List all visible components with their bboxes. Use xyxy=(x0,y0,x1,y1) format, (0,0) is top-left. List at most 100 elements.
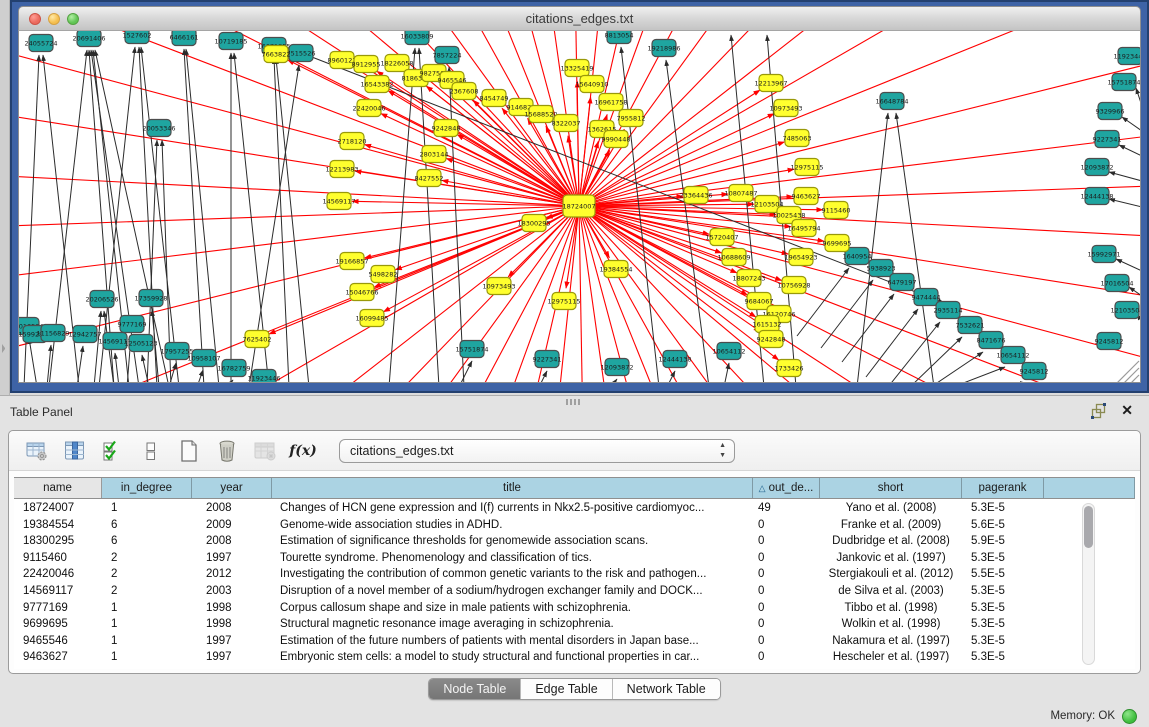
table-cell[interactable]: 1997 xyxy=(192,550,272,567)
graph-node[interactable]: 2935114 xyxy=(934,302,963,319)
graph-node[interactable]: 16099485 xyxy=(355,310,388,327)
graph-node[interactable]: 10654112 xyxy=(996,347,1029,364)
graph-node[interactable]: 12975115 xyxy=(547,293,580,310)
graph-node[interactable]: 2803144 xyxy=(420,146,449,163)
table-row[interactable]: 1938455462009Genome-wide association stu… xyxy=(14,517,1077,534)
table-cell[interactable]: Genome-wide association studies in ADHD. xyxy=(272,517,753,534)
table-cell[interactable]: Nakamura et al. (1997) xyxy=(820,633,962,650)
table-cell[interactable]: 5.6E-5 xyxy=(962,517,1044,534)
graph-node[interactable]: 12213967 xyxy=(754,75,787,92)
table-cell[interactable]: 2009 xyxy=(192,517,272,534)
graph-node[interactable]: 8813054 xyxy=(605,31,634,44)
graph-node[interactable]: 6466161 xyxy=(170,31,199,46)
table-cell[interactable]: 2 xyxy=(102,550,192,567)
graph-node[interactable]: 15751874 xyxy=(455,341,488,358)
graph-node[interactable]: 14569117 xyxy=(322,193,355,210)
table-cell[interactable]: 1 xyxy=(102,649,192,666)
graph-node[interactable]: 2718120 xyxy=(338,133,367,150)
left-panel-divider[interactable] xyxy=(0,0,10,395)
table-cell[interactable]: Tibbo et al. (1998) xyxy=(820,600,962,617)
graph-node[interactable]: 15992971 xyxy=(1087,246,1120,263)
table-cell[interactable]: 18300295 xyxy=(14,533,102,550)
table-cell[interactable]: 9699695 xyxy=(14,616,102,633)
tab-network-table[interactable]: Network Table xyxy=(613,679,720,699)
graph-node[interactable]: 7955812 xyxy=(617,110,646,127)
graph-node[interactable]: 7857224 xyxy=(433,47,462,64)
table-cell[interactable]: 0 xyxy=(753,533,820,550)
table-cell[interactable]: 0 xyxy=(753,600,820,617)
table-row[interactable]: 1830029562008Estimation of significance … xyxy=(14,533,1077,550)
table-cell[interactable]: 19384554 xyxy=(14,517,102,534)
graph-node[interactable]: 15046766 xyxy=(345,284,378,301)
graph-node[interactable]: 11156829 xyxy=(36,325,69,342)
table-row[interactable]: 946362711997Embryonic stem cells: a mode… xyxy=(14,649,1077,666)
graph-node[interactable]: 9115460 xyxy=(822,202,851,219)
table-cell[interactable]: Disruption of a novel member of a sodium… xyxy=(272,583,753,600)
graph-node[interactable]: 9227341 xyxy=(533,351,562,368)
column-header-short[interactable]: short xyxy=(820,478,962,498)
graph-node[interactable]: 11923446 xyxy=(1113,48,1141,65)
table-cell[interactable]: de Silva et al. (2003) xyxy=(820,583,962,600)
table-cell[interactable]: 22420046 xyxy=(14,566,102,583)
graph-node[interactable]: 7515526 xyxy=(287,45,316,62)
graph-node[interactable]: 20053346 xyxy=(142,120,175,137)
graph-node[interactable]: 2367608 xyxy=(450,83,479,100)
table-cell[interactable]: Tourette syndrome. Phenomenology and cla… xyxy=(272,550,753,567)
table-cell[interactable]: Franke et al. (2009) xyxy=(820,517,962,534)
table-row[interactable]: 969969511998Structural magnetic resonanc… xyxy=(14,616,1077,633)
table-cell[interactable]: Hescheler et al. (1997) xyxy=(820,649,962,666)
table-cell[interactable]: Investigating the contribution of common… xyxy=(272,566,753,583)
graph-node[interactable]: 1733426 xyxy=(775,360,804,377)
graph-node[interactable]: 12444138 xyxy=(1080,188,1113,205)
graph-node[interactable]: 7663822 xyxy=(262,46,291,63)
graph-node[interactable]: 23364436 xyxy=(679,187,712,204)
divider-collapse-icon[interactable] xyxy=(2,344,7,353)
network-window-titlebar[interactable]: citations_edges.txt xyxy=(18,6,1141,30)
citation-network-graph[interactable]: 2405572420691406152760264661611071918516… xyxy=(19,31,1141,383)
graph-node[interactable]: 19218986 xyxy=(647,40,680,57)
table-cell[interactable]: 5.3E-5 xyxy=(962,616,1044,633)
graph-node[interactable]: 20206526 xyxy=(85,291,118,308)
table-cell[interactable]: 5.3E-5 xyxy=(962,649,1044,666)
table-row[interactable]: 1456911722003Disruption of a novel membe… xyxy=(14,583,1077,600)
table-cell[interactable]: 5.3E-5 xyxy=(962,550,1044,567)
table-row[interactable]: 946554611997Estimation of the future num… xyxy=(14,633,1077,650)
close-panel-icon[interactable]: ✕ xyxy=(1121,402,1133,419)
table-cell[interactable]: 0 xyxy=(753,616,820,633)
table-row[interactable]: 911546021997Tourette syndrome. Phenomeno… xyxy=(14,550,1077,567)
table-cell[interactable]: Estimation of significance thresholds fo… xyxy=(272,533,753,550)
graph-node[interactable]: 15751874 xyxy=(1107,74,1140,91)
table-cell[interactable]: 2 xyxy=(102,583,192,600)
graph-node[interactable]: 10973493 xyxy=(769,100,802,117)
table-cell[interactable]: Stergiakouli et al. (2012) xyxy=(820,566,962,583)
table-row[interactable]: 2242004622012Investigating the contribut… xyxy=(14,566,1077,583)
column-header-pagerank[interactable]: pagerank xyxy=(962,478,1044,498)
graph-node[interactable]: 12444138 xyxy=(658,351,691,368)
column-header-title[interactable]: title xyxy=(272,478,753,498)
graph-node[interactable]: 16495794 xyxy=(787,220,820,237)
graph-node[interactable]: 12505123 xyxy=(124,335,157,352)
graph-node[interactable]: 12093872 xyxy=(600,359,633,376)
table-cell[interactable]: Corpus callosum shape and size in male p… xyxy=(272,600,753,617)
memory-status-indicator[interactable] xyxy=(1122,709,1137,724)
table-cell[interactable]: 1 xyxy=(102,616,192,633)
graph-node[interactable]: 9242848 xyxy=(757,331,786,348)
table-cell[interactable]: 14569117 xyxy=(14,583,102,600)
table-cell[interactable]: 0 xyxy=(753,550,820,567)
graph-node[interactable]: 12975115 xyxy=(790,159,823,176)
table-cell[interactable]: 0 xyxy=(753,583,820,600)
graph-node[interactable]: 10807487 xyxy=(724,185,757,202)
graph-node[interactable]: 8454749 xyxy=(480,90,509,107)
graph-node[interactable]: 20691406 xyxy=(72,31,105,47)
graph-node[interactable]: 9699695 xyxy=(823,235,852,252)
graph-node[interactable]: 8322037 xyxy=(552,115,581,132)
graph-node[interactable]: 10654112 xyxy=(712,343,745,360)
delete-trash-icon[interactable] xyxy=(215,439,239,463)
table-cell[interactable]: Dudbridge et al. (2008) xyxy=(820,533,962,550)
graph-node[interactable]: 8471676 xyxy=(977,332,1006,349)
new-document-icon[interactable] xyxy=(177,439,201,463)
table-selector-dropdown[interactable]: citations_edges.txt ▲▼ xyxy=(339,439,735,463)
graph-node[interactable]: 9474444 xyxy=(912,289,941,306)
graph-node[interactable]: 22420046 xyxy=(352,100,385,117)
graph-node[interactable]: 17359928 xyxy=(134,290,167,307)
